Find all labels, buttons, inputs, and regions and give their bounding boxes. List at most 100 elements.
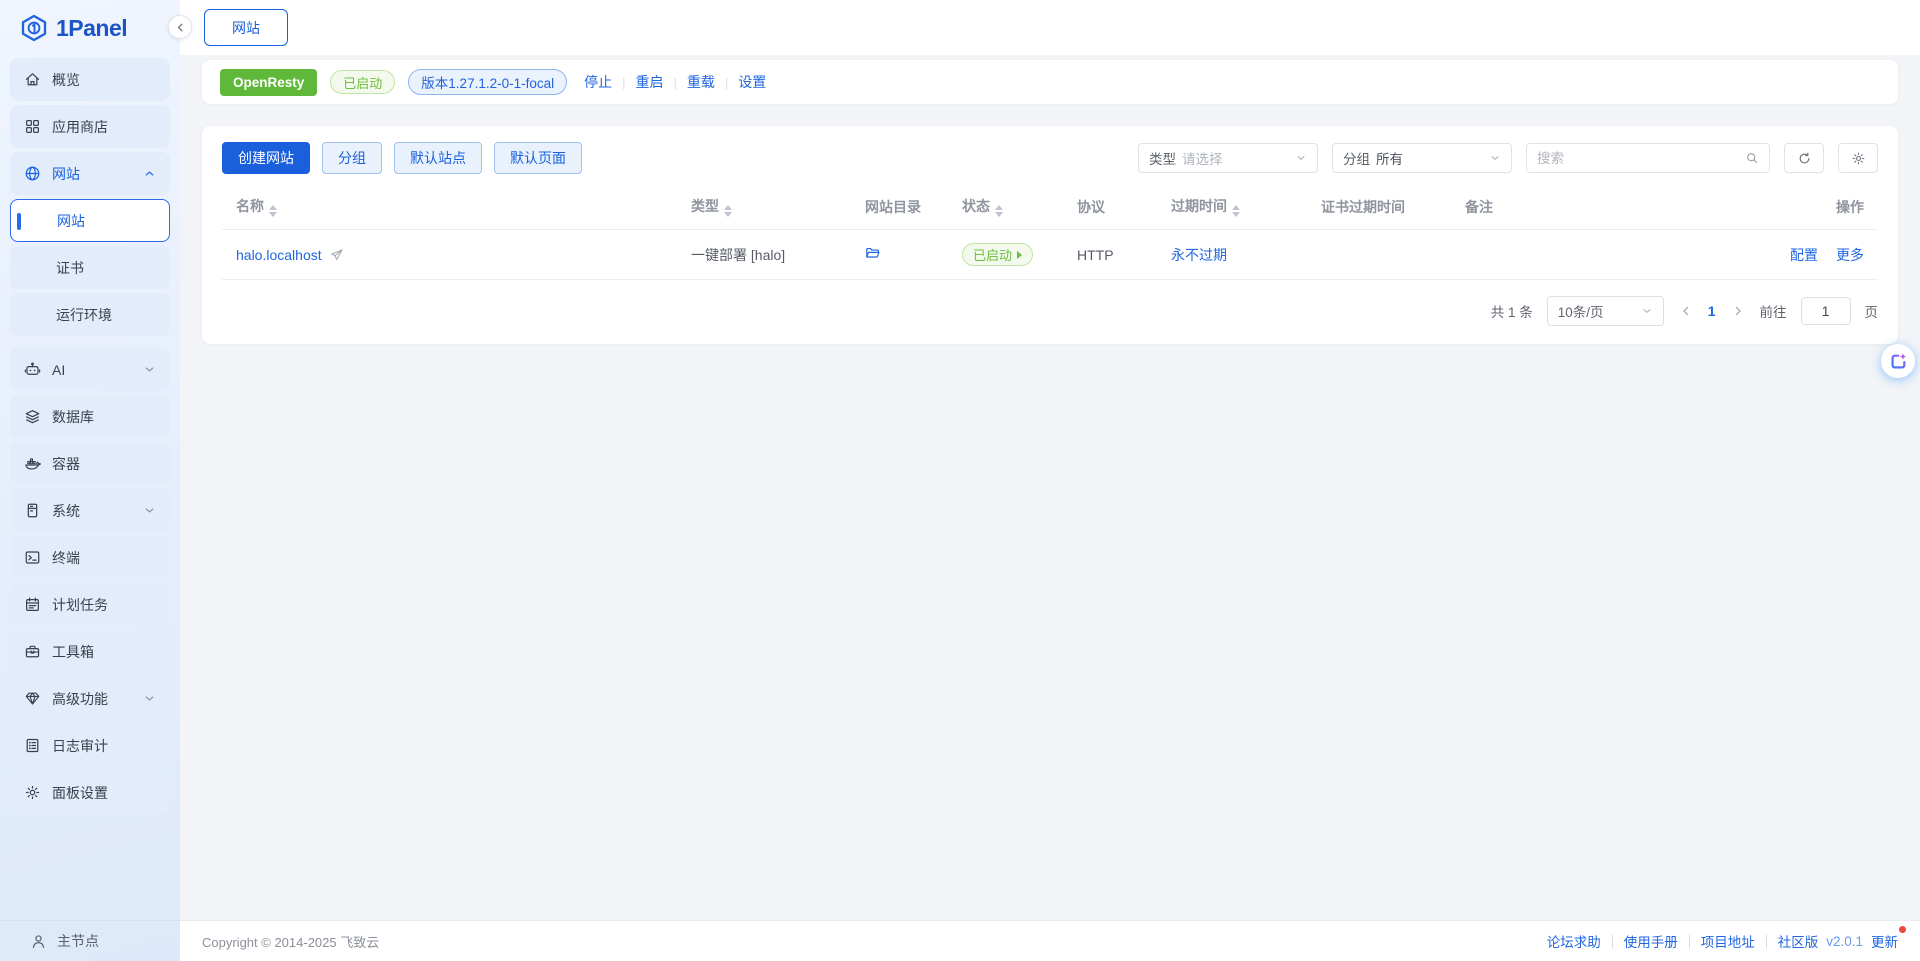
chevron-down-icon: [143, 504, 156, 517]
stop-link[interactable]: 停止: [584, 72, 612, 92]
sidebar-item-app-store[interactable]: 应用商店: [10, 105, 170, 148]
default-page-button[interactable]: 默认页面: [494, 142, 582, 174]
logo-hexagon-icon: [20, 14, 48, 42]
open-site-icon[interactable]: [330, 248, 344, 262]
config-link[interactable]: 配置: [1790, 245, 1818, 265]
forum-help-link[interactable]: 论坛求助: [1547, 931, 1601, 951]
sidebar-item-label: 终端: [52, 549, 80, 566]
sort-icon[interactable]: [724, 205, 732, 217]
divider: [1765, 934, 1767, 948]
chevron-down-icon: [1641, 305, 1653, 317]
sort-icon[interactable]: [269, 205, 277, 217]
sidebar-item-panel-settings[interactable]: 面板设置: [10, 771, 170, 814]
sidebar-subitem-certificate[interactable]: 证书: [10, 246, 170, 289]
page-number[interactable]: 1: [1708, 303, 1716, 319]
sidebar-node-selector[interactable]: 主节点: [0, 920, 180, 961]
chevron-down-icon: [1295, 152, 1307, 164]
sort-icon[interactable]: [995, 205, 1003, 217]
sidebar-item-label: AI: [52, 361, 66, 378]
sort-icon[interactable]: [1232, 205, 1240, 217]
sidebar-collapse-button[interactable]: [168, 15, 192, 39]
column-header-type[interactable]: 类型: [681, 186, 855, 230]
sidebar-item-label: 证书: [56, 259, 84, 276]
sidebar-item-label: 容器: [52, 455, 80, 472]
sidebar-item-label: 概览: [52, 71, 80, 88]
sidebar-item-label: 运行环境: [56, 306, 112, 323]
refresh-button[interactable]: [1784, 143, 1824, 173]
sidebar-item-website-group[interactable]: 网站: [10, 152, 170, 195]
website-type: 一键部署 [halo]: [681, 229, 855, 280]
logo[interactable]: 1Panel: [0, 0, 180, 56]
toolbar-left: 创建网站 分组 默认站点 默认页面: [222, 142, 582, 174]
divider: |: [673, 74, 677, 90]
goto-page-input[interactable]: [1800, 297, 1851, 325]
type-filter-select[interactable]: 类型 请选择: [1138, 143, 1318, 173]
globe-icon: [24, 165, 41, 182]
sidebar-item-overview[interactable]: 概览: [10, 58, 170, 101]
column-settings-button[interactable]: [1838, 143, 1878, 173]
version-badge[interactable]: 版本1.27.1.2-0-1-focal: [408, 69, 568, 95]
folder-icon[interactable]: [865, 245, 881, 261]
sidebar-item-container[interactable]: 容器: [10, 442, 170, 485]
content: OpenResty 已启动 版本1.27.1.2-0-1-focal 停止 | …: [180, 55, 1920, 920]
tab-website[interactable]: 网站: [204, 9, 288, 46]
topbar: 网站: [180, 0, 1920, 55]
update-link[interactable]: 更新: [1871, 935, 1898, 950]
website-table: 名称 类型 网站目录 状态 协议 过期时间 证书过期时间 备注 操作 halo.…: [222, 186, 1878, 280]
table-row: halo.localhost 一键部署 [halo] 已启动 HTTP 永不过期…: [222, 229, 1878, 280]
tab-label: 网站: [232, 19, 260, 36]
remark: [1455, 229, 1758, 280]
divider: |: [724, 74, 729, 90]
expire-time-link[interactable]: 永不过期: [1171, 247, 1227, 263]
update-notification-dot: [1899, 926, 1906, 933]
website-name-link[interactable]: halo.localhost: [236, 247, 322, 263]
group-button[interactable]: 分组: [322, 142, 382, 174]
sidebar-item-toolbox[interactable]: 工具箱: [10, 630, 170, 673]
ai-assistant-button[interactable]: [1881, 344, 1915, 378]
sidebar-item-label: 网站: [52, 165, 80, 182]
create-website-button[interactable]: 创建网站: [222, 142, 310, 174]
column-header-expire[interactable]: 过期时间: [1161, 186, 1311, 230]
cert-expire-time: [1311, 229, 1455, 280]
sidebar-item-system[interactable]: 系统: [10, 489, 170, 532]
sidebar-item-label: 网站: [57, 212, 85, 229]
column-header-name[interactable]: 名称: [222, 186, 681, 230]
column-header-status[interactable]: 状态: [952, 186, 1067, 230]
sidebar-subitem-runtime[interactable]: 运行环境: [10, 293, 170, 336]
settings-link[interactable]: 设置: [738, 72, 766, 92]
restart-link[interactable]: 重启: [636, 72, 664, 92]
group-filter-select[interactable]: 分组 所有: [1332, 143, 1512, 173]
default-site-button[interactable]: 默认站点: [394, 142, 482, 174]
reload-link[interactable]: 重载: [687, 72, 715, 92]
pagination: 共 1 条 10条/页 1 前往 1 页: [222, 296, 1878, 326]
pager: 1: [1680, 303, 1744, 319]
manual-link[interactable]: 使用手册: [1624, 931, 1678, 951]
user-icon: [30, 933, 47, 950]
group-filter-label: 分组: [1343, 152, 1370, 167]
app-title: 1Panel: [56, 14, 128, 41]
divider: |: [622, 74, 626, 90]
sidebar-item-advanced[interactable]: 高级功能: [10, 677, 170, 720]
column-header-remark: 备注: [1455, 186, 1758, 230]
next-page-button[interactable]: [1732, 305, 1744, 317]
sidebar-item-ai[interactable]: AI: [10, 348, 170, 391]
more-link[interactable]: 更多: [1836, 245, 1864, 265]
openresty-button[interactable]: OpenResty: [220, 68, 318, 96]
toolbar-right: 类型 请选择 分组 所有: [1138, 143, 1878, 173]
sidebar-item-terminal[interactable]: 终端: [10, 536, 170, 579]
sidebar-item-database[interactable]: 数据库: [10, 395, 170, 438]
project-link[interactable]: 项目地址: [1701, 931, 1755, 951]
edition-link[interactable]: 社区版: [1778, 931, 1819, 951]
layers-icon: [24, 408, 41, 425]
search-input[interactable]: [1537, 150, 1745, 166]
sidebar-subitem-website[interactable]: 网站: [10, 199, 170, 242]
page-size-select[interactable]: 10条/页: [1546, 296, 1664, 326]
sidebar-item-cron[interactable]: 计划任务: [10, 583, 170, 626]
website-protocol: HTTP: [1067, 229, 1161, 280]
home-icon: [24, 71, 41, 88]
divider: [1688, 934, 1690, 948]
sidebar-item-logs[interactable]: 日志审计: [10, 724, 170, 767]
sidebar-item-label: 数据库: [52, 408, 94, 425]
website-status-badge[interactable]: 已启动: [962, 243, 1034, 266]
prev-page-button[interactable]: [1680, 305, 1692, 317]
